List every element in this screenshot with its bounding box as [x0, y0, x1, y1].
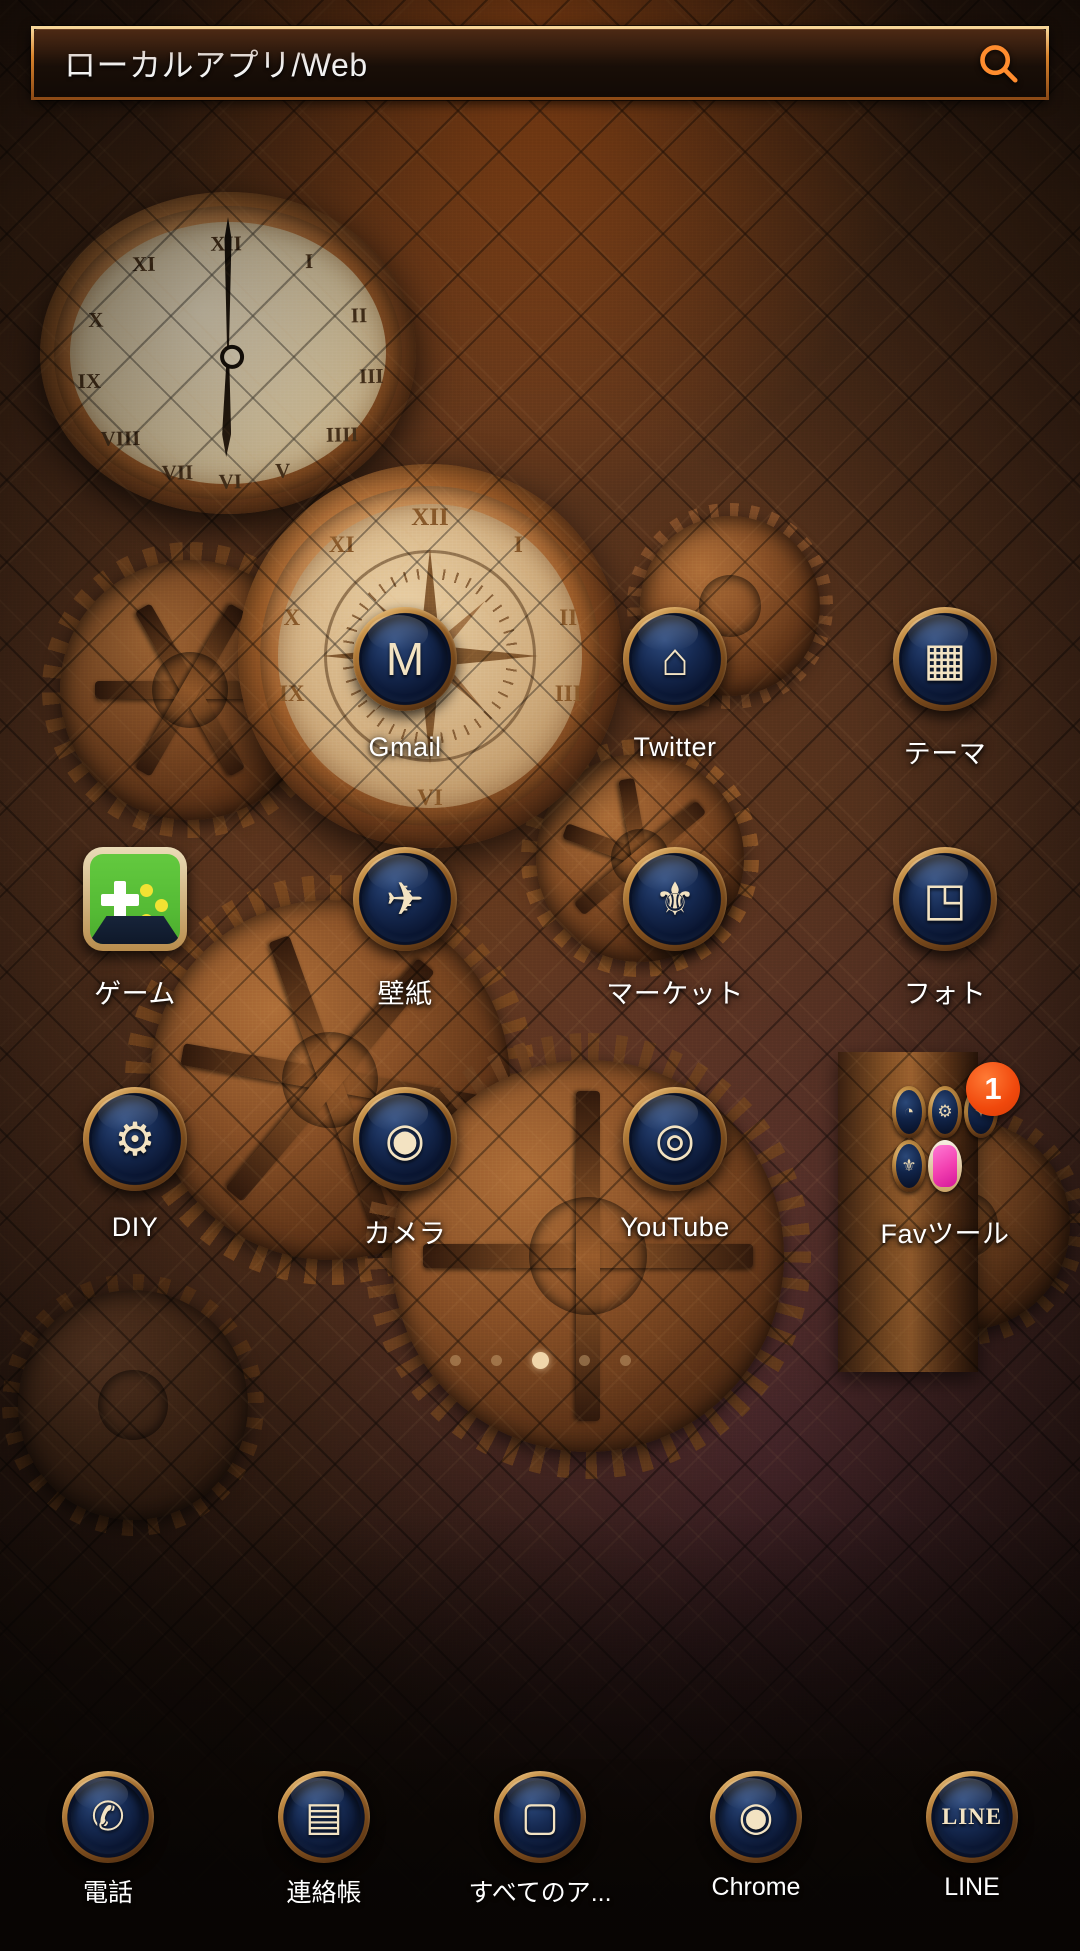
app-games[interactable]: ゲーム — [0, 840, 270, 1080]
app-label: テーマ — [903, 739, 987, 769]
dock-item-line[interactable]: LINE LINE — [864, 1771, 1080, 1902]
page-indicator[interactable] — [0, 1345, 1080, 1375]
contacts-glyph: ▤ — [305, 1795, 343, 1839]
all-apps-icon[interactable]: ▢ — [494, 1771, 586, 1863]
app-row-1: M Gmail ⌂ Twitter ▦ テーマ — [0, 600, 1080, 840]
wallpaper-glyph: ✈ — [385, 873, 425, 925]
lamp-mini-glyph: ⚜ — [901, 1156, 917, 1175]
app-twitter[interactable]: ⌂ Twitter — [540, 600, 810, 840]
diy-glyph: ⚙ — [114, 1113, 156, 1165]
dock-label: 連絡帳 — [286, 1879, 362, 1907]
app-photo[interactable]: ◳ フォト — [810, 840, 1080, 1080]
clock-mini-glyph: ◔ — [903, 1102, 915, 1121]
theme-icon[interactable]: ▦ — [886, 600, 1004, 718]
gmail-glyph: M — [385, 633, 425, 685]
app-label: ゲーム — [94, 979, 176, 1009]
app-gmail[interactable]: M Gmail — [270, 600, 540, 840]
page-dot-5[interactable] — [619, 1354, 631, 1366]
app-label: Favツール — [880, 1219, 1010, 1249]
app-fav-tools-folder[interactable]: ◔ ⚙ ✦ ⚜ 1 Favツール — [810, 1062, 1080, 1320]
camera-icon[interactable]: ◉ — [346, 1080, 464, 1198]
clock-mini-icon: ◔ — [892, 1086, 926, 1138]
page-dot-1[interactable] — [449, 1354, 461, 1366]
wallpaper-icon[interactable]: ✈ — [346, 840, 464, 958]
dock-item-phone[interactable]: ✆ 電話 — [0, 1771, 216, 1909]
app-label: マーケット — [606, 979, 744, 1009]
dock-item-all-apps[interactable]: ▢ すべてのア... — [432, 1771, 648, 1909]
page-dot-4[interactable] — [578, 1354, 590, 1366]
app-theme[interactable]: ▦ テーマ — [810, 600, 1080, 840]
app-youtube[interactable]: ◎ YouTube — [540, 1080, 810, 1320]
dock-label: LINE — [944, 1873, 1000, 1901]
page-dot-2[interactable] — [490, 1354, 502, 1366]
games-gamepad-icon[interactable] — [76, 840, 194, 958]
app-label: Twitter — [633, 732, 717, 762]
app-label: フォト — [903, 979, 987, 1009]
app-label: カメラ — [363, 1219, 447, 1249]
dock-label: Chrome — [711, 1873, 801, 1901]
all-apps-glyph: ▢ — [521, 1795, 559, 1839]
search-icon[interactable] — [950, 29, 1046, 97]
line-wordmark: LINE — [941, 1804, 1003, 1829]
gmail-icon[interactable]: M — [346, 600, 464, 718]
app-label: YouTube — [620, 1212, 730, 1242]
camera-glyph: ◉ — [384, 1113, 426, 1165]
twitter-glyph: ⌂ — [661, 633, 689, 685]
app-row-3: ⚙ DIY ◉ カメラ ◎ YouTube ◔ ⚙ ⚜ 1 Favツール — [0, 1062, 1080, 1320]
youtube-icon[interactable]: ◎ — [616, 1080, 734, 1198]
dock-item-contacts[interactable]: ▤ 連絡帳 — [216, 1771, 432, 1909]
youtube-glyph: ◎ — [654, 1113, 696, 1165]
app-camera[interactable]: ◉ カメラ — [270, 1080, 540, 1320]
app-label: DIY — [111, 1212, 159, 1242]
line-icon[interactable]: LINE — [926, 1771, 1018, 1863]
dock-item-chrome[interactable]: ◉ Chrome — [648, 1771, 864, 1902]
gear-mini-glyph: ⚙ — [937, 1102, 953, 1121]
app-wallpaper[interactable]: ✈ 壁紙 — [270, 840, 540, 1080]
app-grid: M Gmail ⌂ Twitter ▦ テーマ ゲーム ✈ 壁紙 ⚜ マーケット… — [0, 600, 1080, 1320]
dock: ✆ 電話 ▤ 連絡帳 ▢ すべてのア... ◉ Chrome LINE LINE — [0, 1759, 1080, 1951]
market-icon[interactable]: ⚜ — [616, 840, 734, 958]
dock-label: すべてのア... — [468, 1879, 612, 1907]
pink-app-mini-icon — [928, 1140, 962, 1192]
phone-glyph: ✆ — [91, 1795, 125, 1839]
app-diy[interactable]: ⚙ DIY — [0, 1080, 270, 1320]
search-input[interactable] — [34, 44, 950, 82]
app-label: 壁紙 — [377, 979, 433, 1009]
photo-icon[interactable]: ◳ — [886, 840, 1004, 958]
gear-mini-icon: ⚙ — [928, 1086, 962, 1138]
phone-icon[interactable]: ✆ — [62, 1771, 154, 1863]
dock-label: 電話 — [82, 1879, 133, 1907]
market-glyph: ⚜ — [654, 873, 696, 925]
chrome-icon[interactable]: ◉ — [710, 1771, 802, 1863]
chrome-glyph: ◉ — [738, 1795, 774, 1839]
status-badge: 1 — [966, 1062, 1020, 1116]
app-label: Gmail — [368, 732, 442, 762]
contacts-icon[interactable]: ▤ — [278, 1771, 370, 1863]
fav-tools-folder-icon[interactable]: ◔ ⚙ ✦ ⚜ 1 — [886, 1062, 1020, 1198]
search-bar[interactable] — [31, 26, 1049, 100]
page-dot-3-active[interactable] — [531, 1351, 549, 1369]
photo-glyph: ◳ — [923, 873, 967, 925]
app-row-2: ゲーム ✈ 壁紙 ⚜ マーケット ◳ フォト — [0, 840, 1080, 1080]
app-market[interactable]: ⚜ マーケット — [540, 840, 810, 1080]
twitter-icon[interactable]: ⌂ — [616, 600, 734, 718]
diy-icon[interactable]: ⚙ — [76, 1080, 194, 1198]
lamp-mini-icon: ⚜ — [892, 1140, 926, 1192]
theme-glyph: ▦ — [923, 633, 967, 685]
